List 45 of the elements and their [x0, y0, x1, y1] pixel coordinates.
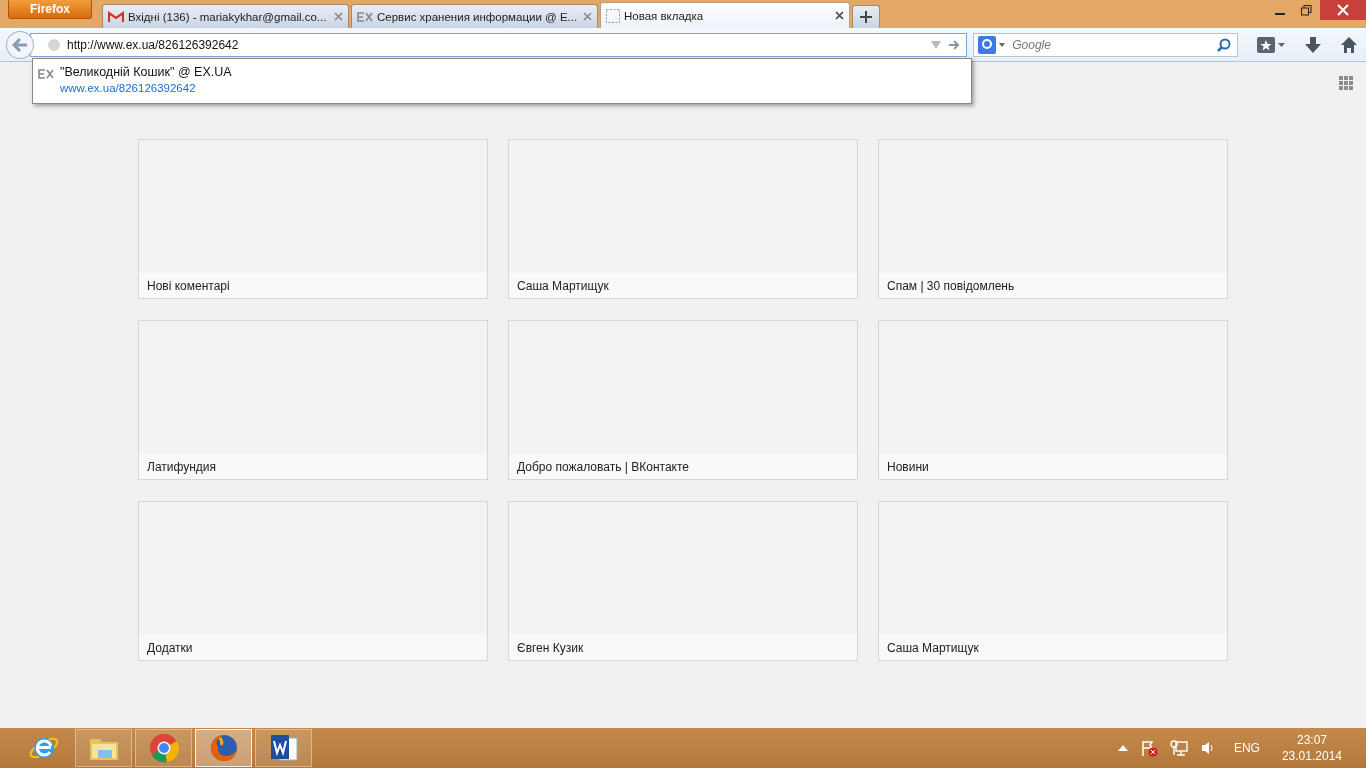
search-icon[interactable] [1217, 37, 1232, 52]
close-button[interactable] [1320, 0, 1366, 20]
restore-icon [1301, 4, 1312, 16]
site-tile[interactable]: Саша Мартищук [508, 139, 858, 299]
download-icon[interactable] [1304, 35, 1322, 54]
suggestion-item[interactable]: "Великодній Кошик" @ EX.UA www.ex.ua/826126392642 [32, 58, 972, 104]
site-tile[interactable]: Добро пожаловать | ВКонтакте [508, 320, 858, 480]
browser-tab[interactable]: Вхідні (136) - mariakykhar@gmail.co... [102, 4, 349, 28]
globe-icon [47, 37, 61, 52]
address-field[interactable]: http://www.ex.ua/826126392642 [30, 32, 968, 57]
taskbar-button[interactable] [255, 729, 312, 767]
plus-icon [860, 11, 872, 23]
show-hidden-icon[interactable] [1117, 745, 1128, 751]
firefox-icon [208, 733, 239, 763]
blank-page-icon [606, 8, 620, 23]
back-button[interactable] [6, 30, 34, 59]
search-engine-icon[interactable] [978, 35, 1007, 54]
home-icon[interactable] [1340, 35, 1358, 54]
site-icon [38, 69, 54, 79]
site-tile[interactable]: Спам | 30 повідомлень [878, 139, 1228, 299]
close-tab-icon[interactable] [835, 11, 844, 20]
site-tile[interactable]: Латифундия [138, 320, 488, 480]
browser-tab[interactable]: Сервис хранения информации @ E... [351, 4, 598, 28]
site-tile[interactable]: Додатки [138, 501, 488, 661]
chrome-icon [148, 733, 179, 763]
bookmarks-icon[interactable] [1256, 35, 1287, 54]
browser-tab[interactable]: Новая вкладка [600, 2, 850, 28]
site-tile[interactable]: Новини [878, 320, 1228, 480]
grid-icon[interactable] [1339, 76, 1353, 90]
network-icon[interactable] [1169, 739, 1188, 757]
minimize-icon [1274, 12, 1285, 15]
speaker-icon[interactable] [1199, 740, 1216, 756]
search-field[interactable]: Google [973, 32, 1239, 57]
word-icon [268, 733, 299, 763]
flag-icon[interactable] [1139, 739, 1158, 757]
close-icon [1337, 4, 1349, 16]
site-icon [357, 11, 373, 22]
site-tile[interactable]: Саша Мартищук [878, 501, 1228, 661]
clock[interactable]: 23:07 23.01.2014 [1281, 732, 1342, 764]
back-arrow-icon [12, 37, 28, 52]
go-arrow-icon[interactable] [948, 38, 961, 51]
site-tile[interactable]: Євген Кузик [508, 501, 858, 661]
site-tile[interactable]: Нові коментарі [138, 139, 488, 299]
mail-icon [108, 10, 124, 23]
new-tab-button[interactable] [852, 5, 880, 28]
